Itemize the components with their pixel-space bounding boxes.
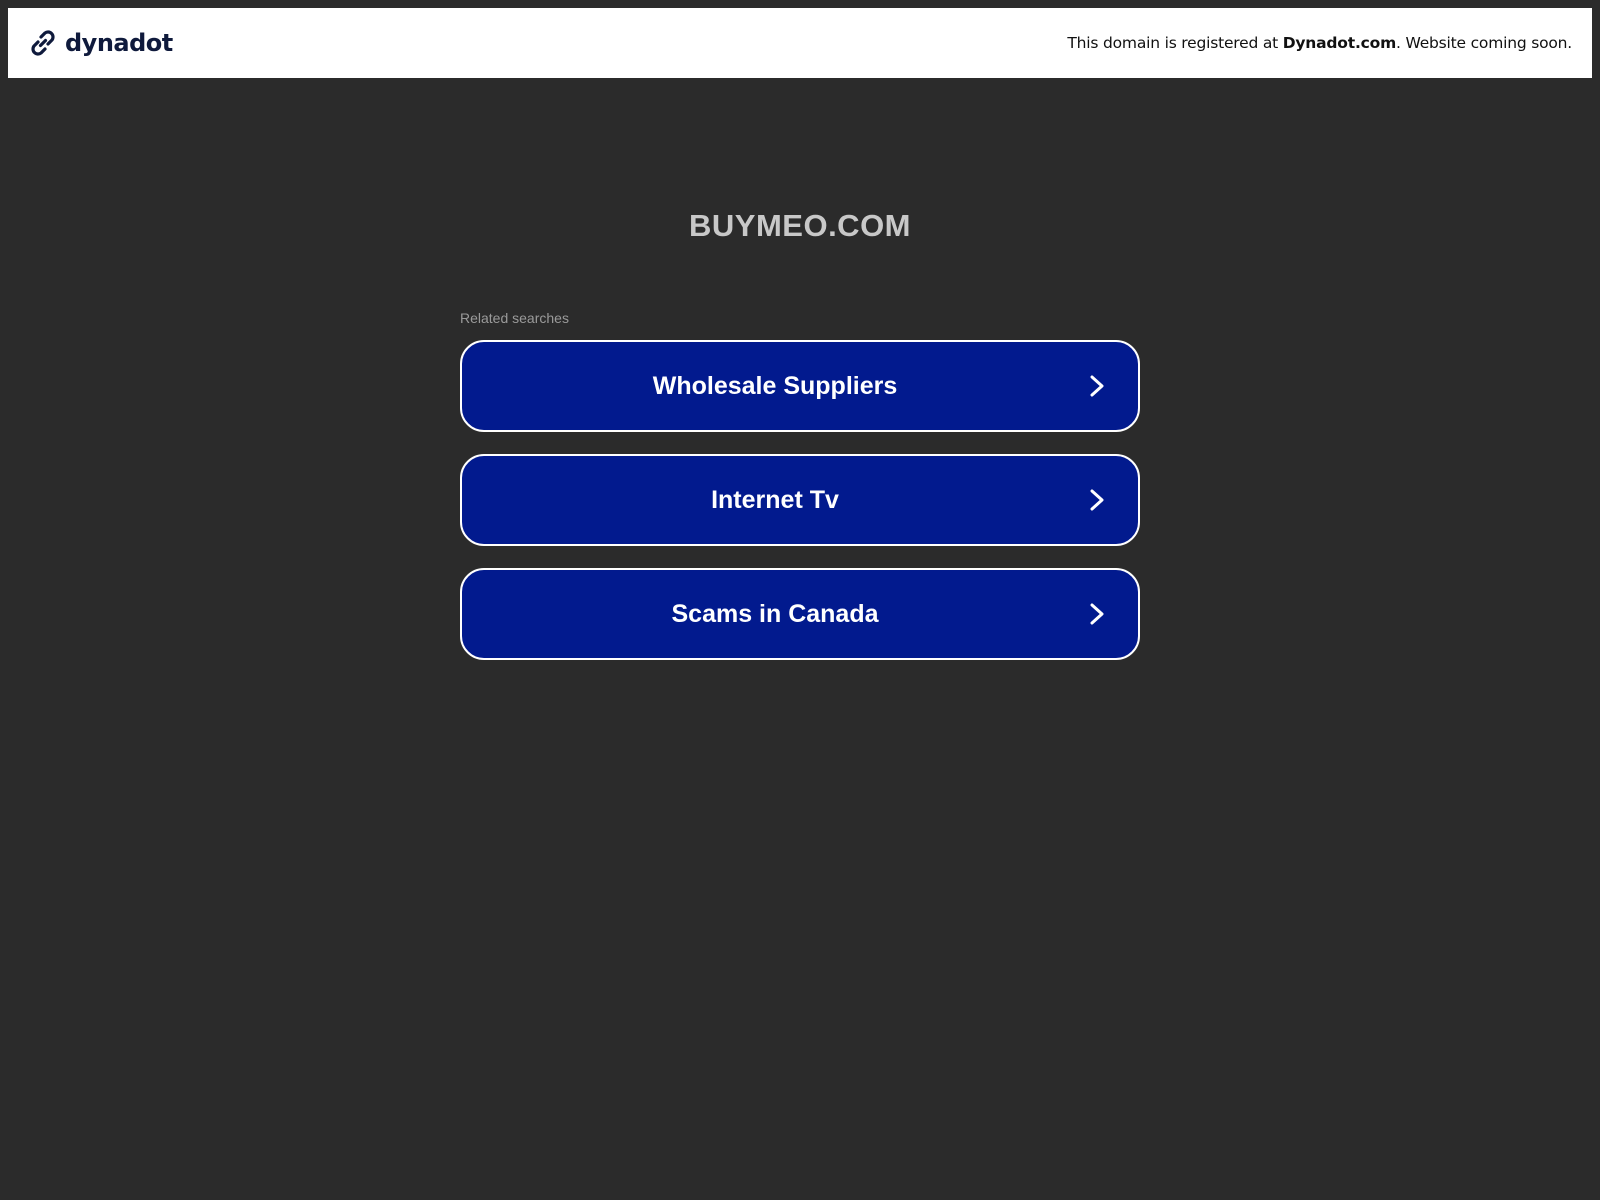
brand-name: dynadot (65, 29, 173, 57)
notice-prefix: This domain is registered at (1067, 34, 1283, 52)
chevron-right-icon (1090, 603, 1104, 625)
related-searches-label: Related searches (460, 310, 569, 326)
dynadot-logo[interactable]: dynadot (27, 27, 173, 59)
link-chain-icon (31, 30, 55, 56)
search-item-label: Internet Tv (711, 485, 839, 514)
related-search-wholesale-suppliers[interactable]: Wholesale Suppliers (460, 340, 1140, 432)
chevron-right-icon (1090, 489, 1104, 511)
related-searches-list: Wholesale Suppliers Internet Tv Scams in… (460, 340, 1140, 660)
registrar-link[interactable]: Dynadot.com (1283, 34, 1396, 52)
registrar-banner: dynadot This domain is registered at Dyn… (8, 8, 1592, 78)
domain-name-heading: BUYMEO.COM (689, 208, 911, 243)
registration-notice: This domain is registered at Dynadot.com… (1067, 34, 1572, 52)
search-item-label: Wholesale Suppliers (652, 371, 898, 400)
related-searches: Related searches Wholesale Suppliers Int… (460, 310, 1140, 682)
search-item-label: Scams in Canada (671, 599, 879, 628)
related-search-scams-in-canada[interactable]: Scams in Canada (460, 568, 1140, 660)
chevron-right-icon (1090, 375, 1104, 397)
notice-suffix: . Website coming soon. (1396, 34, 1572, 52)
related-search-internet-tv[interactable]: Internet Tv (460, 454, 1140, 546)
